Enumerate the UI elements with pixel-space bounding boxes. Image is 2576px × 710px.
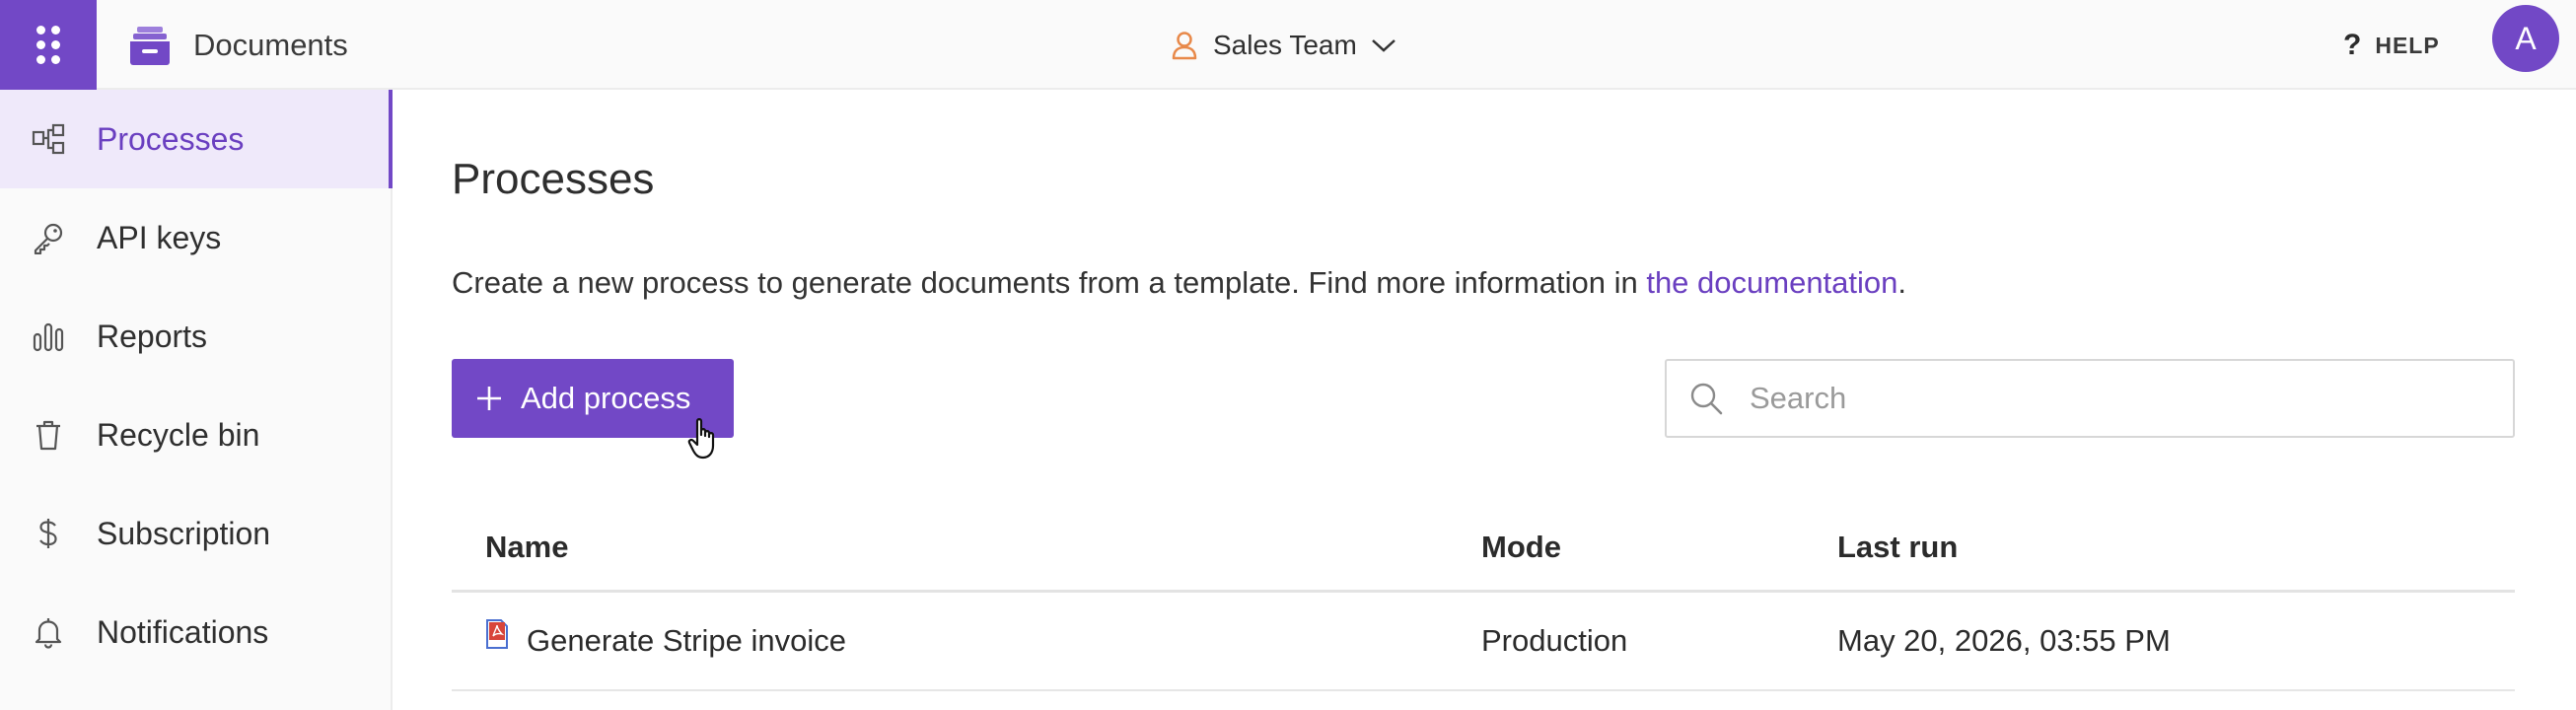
top-bar: Documents Sales Team ? HELP A bbox=[0, 0, 2576, 90]
sidebar-item-label: Notifications bbox=[97, 613, 269, 650]
person-icon bbox=[1172, 32, 1197, 60]
table-header: Name Mode Last run bbox=[452, 504, 2515, 593]
sidebar-item-processes[interactable]: Processes bbox=[0, 90, 393, 188]
intro-text: Create a new process to generate documen… bbox=[452, 265, 1906, 301]
intro-text-end: . bbox=[1897, 265, 1907, 300]
search-box[interactable] bbox=[1665, 359, 2515, 438]
cell-last-run: May 20, 2026, 03:55 PM bbox=[1837, 623, 2171, 658]
bell-icon bbox=[30, 613, 67, 651]
brand[interactable]: Documents bbox=[128, 18, 348, 73]
intro-text-body: Create a new process to generate documen… bbox=[452, 265, 1647, 300]
app-title: Documents bbox=[193, 28, 348, 62]
sidebar-item-label: API keys bbox=[97, 219, 222, 255]
process-name[interactable]: Generate Stripe invoice bbox=[527, 623, 846, 659]
grid-dots-icon bbox=[36, 26, 60, 64]
team-name: Sales Team bbox=[1213, 30, 1357, 60]
main-content: Processes Create a new process to genera… bbox=[452, 90, 2515, 710]
column-header-last-run[interactable]: Last run bbox=[1837, 530, 2515, 565]
table-row[interactable]: Generate Stripe invoice Production May 2… bbox=[452, 593, 2515, 691]
help-button[interactable]: ? HELP bbox=[2343, 18, 2440, 73]
question-icon: ? bbox=[2343, 29, 2362, 61]
page-title: Processes bbox=[452, 155, 655, 203]
chevron-down-icon bbox=[1371, 39, 1395, 52]
sidebar-item-recycle-bin[interactable]: Recycle bin bbox=[0, 386, 391, 484]
cell-mode: Production bbox=[1481, 623, 1628, 658]
add-process-label: Add process bbox=[521, 381, 691, 415]
sidebar-item-label: Processes bbox=[97, 120, 245, 157]
search-icon bbox=[1690, 383, 1723, 415]
sidebar: Processes API keys Reports Recycle bin S… bbox=[0, 90, 393, 710]
hand-cursor-icon bbox=[687, 418, 715, 460]
trash-icon bbox=[30, 416, 67, 454]
plus-icon bbox=[475, 385, 503, 412]
column-header-name[interactable]: Name bbox=[452, 530, 1481, 565]
process-flow-icon bbox=[30, 120, 67, 158]
sidebar-item-notifications[interactable]: Notifications bbox=[0, 583, 391, 681]
sidebar-item-reports[interactable]: Reports bbox=[0, 287, 391, 386]
sidebar-item-api-keys[interactable]: API keys bbox=[0, 188, 391, 287]
sidebar-item-label: Subscription bbox=[97, 515, 271, 551]
app-launcher-button[interactable] bbox=[0, 0, 97, 90]
key-icon bbox=[30, 219, 67, 256]
team-selector[interactable]: Sales Team bbox=[1172, 18, 1396, 73]
avatar[interactable]: A bbox=[2492, 5, 2559, 72]
sidebar-item-label: Reports bbox=[97, 318, 208, 354]
sidebar-item-label: Recycle bin bbox=[97, 416, 260, 453]
dollar-icon bbox=[30, 515, 67, 552]
search-input[interactable] bbox=[1750, 381, 2499, 416]
documents-tray-icon bbox=[130, 27, 170, 65]
documentation-link[interactable]: the documentation bbox=[1646, 265, 1897, 300]
bar-chart-icon bbox=[30, 318, 67, 355]
cell-name: Generate Stripe invoice bbox=[452, 619, 1481, 659]
processes-table: Name Mode Last run Generate Stripe invoi… bbox=[452, 504, 2515, 691]
pdf-file-icon bbox=[486, 619, 508, 649]
column-header-mode[interactable]: Mode bbox=[1481, 530, 1837, 565]
sidebar-item-subscription[interactable]: Subscription bbox=[0, 484, 391, 583]
help-label: HELP bbox=[2375, 32, 2440, 58]
